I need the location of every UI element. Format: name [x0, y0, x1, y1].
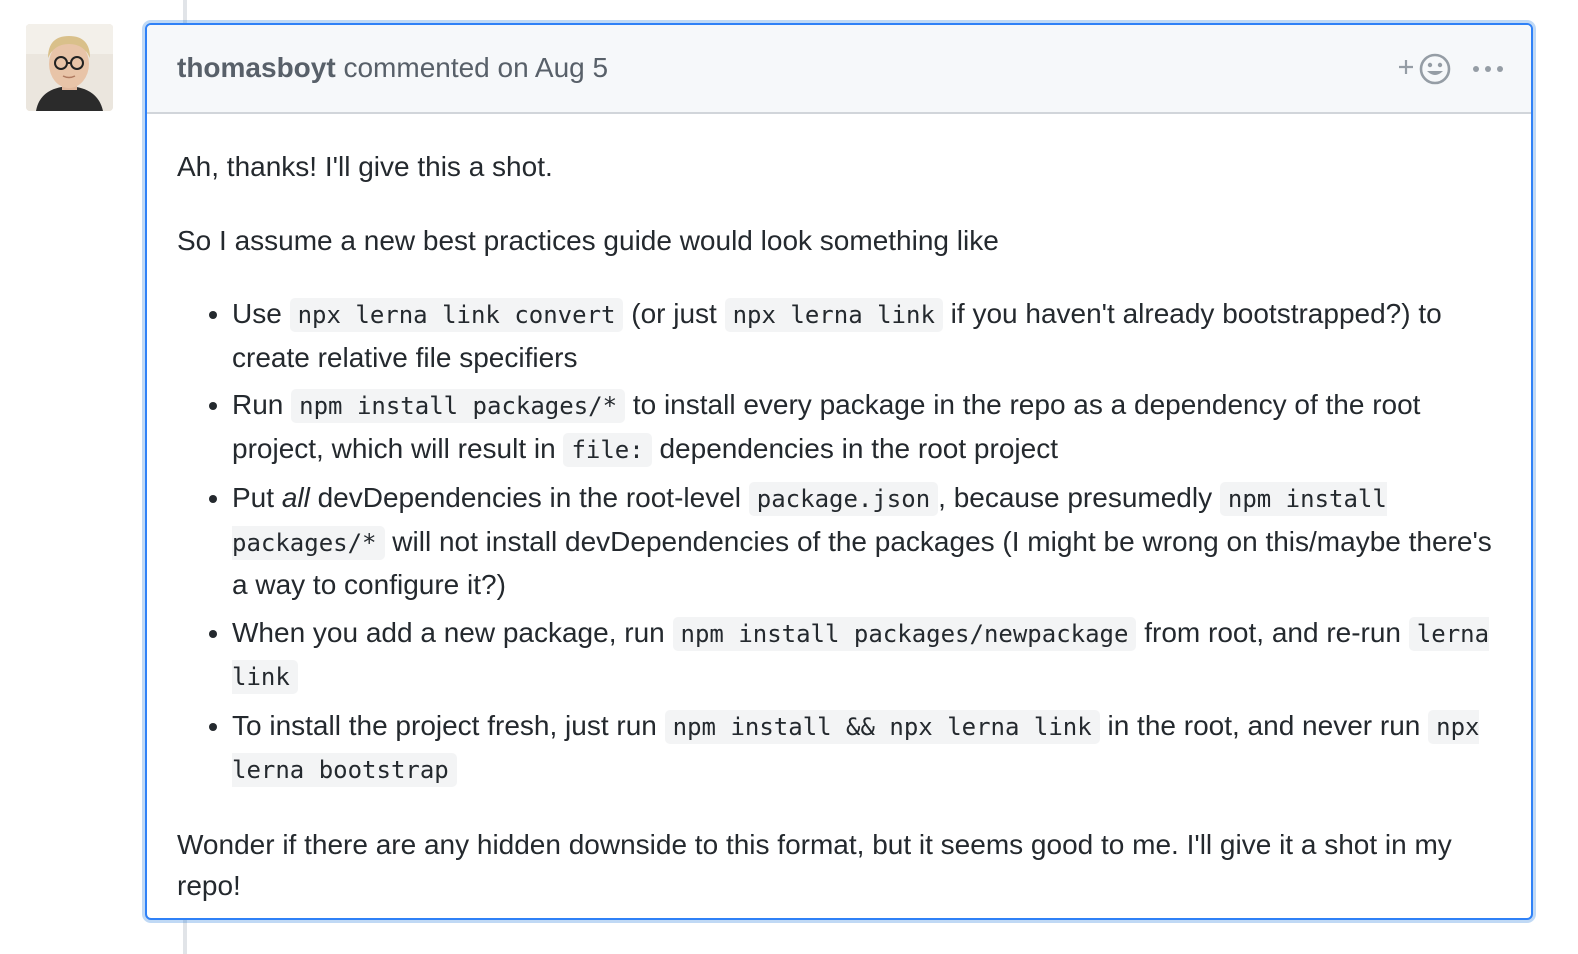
smiley-plus-icon: [1399, 53, 1451, 85]
inline-code: file:: [563, 432, 652, 467]
item-text: (or just: [623, 298, 725, 329]
inline-code: npx lerna link: [724, 298, 943, 332]
comment-box: thomasboyt commented on Aug 5 Ah, thanks…: [145, 23, 1533, 920]
practices-list: Use npx lerna link convert (or just npx …: [177, 293, 1501, 792]
more-options-button[interactable]: [1471, 55, 1505, 83]
item-text: , because presumedly: [938, 482, 1220, 513]
inline-code: npx lerna link convert: [289, 298, 624, 332]
item-text: Put: [232, 482, 282, 513]
comment-header-text: thomasboyt commented on Aug 5: [177, 52, 608, 84]
item-text: dependencies in the root project: [651, 432, 1058, 464]
avatar[interactable]: [26, 24, 113, 111]
item-text: devDependencies in the root-level: [309, 482, 749, 513]
item-text: from root, and re-run: [1136, 616, 1409, 648]
inline-code: npm install packages/newpackage: [672, 616, 1137, 651]
list-item: Use npx lerna link convert (or just npx …: [232, 293, 1501, 378]
kebab-horizontal-icon: [1473, 66, 1503, 72]
lead-paragraph: So I assume a new best practices guide w…: [177, 224, 999, 256]
list-item: Run npm install packages/* to install ev…: [232, 384, 1501, 471]
list-item: When you add a new package, run npm inst…: [232, 612, 1501, 699]
inline-code: package.json: [748, 482, 939, 516]
list-item: Put all devDependencies in the root-leve…: [232, 477, 1501, 606]
item-text: To install the project fresh, just run: [232, 709, 665, 741]
comment-meta[interactable]: commented on Aug 5: [343, 52, 608, 83]
author-link[interactable]: thomasboyt: [177, 52, 336, 83]
item-text: will not install devDependencies of the …: [232, 525, 1492, 601]
list-item: To install the project fresh, just run n…: [232, 705, 1501, 792]
comment-header: thomasboyt commented on Aug 5: [147, 25, 1531, 114]
comment-body: Ah, thanks! I'll give this a shot. So I …: [147, 114, 1531, 907]
item-text: Run: [232, 389, 292, 420]
item-text: When you add a new package, run: [232, 616, 673, 648]
item-text: Use: [232, 298, 290, 329]
emphasis-text: all: [281, 482, 310, 513]
outro-paragraph: Wonder if there are any hidden downside …: [177, 828, 1452, 902]
inline-code: npm install packages/*: [291, 389, 626, 423]
item-text: in the root, and never run: [1099, 709, 1429, 741]
inline-code: npm install && npx lerna link: [664, 709, 1100, 744]
add-reaction-button[interactable]: [1397, 51, 1457, 87]
intro-paragraph: Ah, thanks! I'll give this a shot.: [177, 151, 553, 182]
